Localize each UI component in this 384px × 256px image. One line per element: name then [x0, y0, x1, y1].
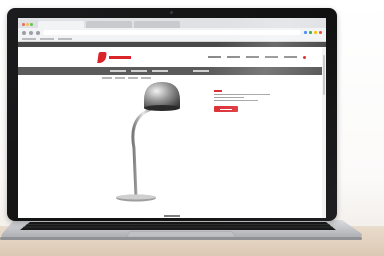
cart-icon[interactable] — [303, 55, 306, 59]
browser-tab[interactable] — [134, 21, 180, 28]
category-filter-bar — [18, 67, 326, 75]
bookmark-item[interactable] — [58, 38, 72, 40]
product-brand — [214, 90, 222, 92]
nav-item[interactable] — [284, 56, 297, 58]
close-icon[interactable] — [22, 22, 25, 26]
extension-icons — [304, 31, 322, 34]
back-icon[interactable] — [22, 30, 26, 35]
site-header — [18, 47, 326, 67]
brand-logo-wordmark[interactable] — [109, 55, 131, 59]
window-controls — [22, 20, 33, 28]
nav-item[interactable] — [246, 56, 259, 58]
filter-item[interactable] — [193, 70, 209, 72]
extension-icon[interactable] — [304, 31, 307, 34]
extension-icon[interactable] — [309, 31, 312, 34]
profile-icon[interactable] — [319, 31, 322, 34]
filter-item[interactable] — [152, 70, 168, 72]
add-to-cart-button[interactable] — [214, 106, 238, 113]
nav-item[interactable] — [208, 56, 221, 58]
product-title-line — [214, 93, 270, 95]
product-caption — [18, 214, 326, 218]
browser-tab-active[interactable] — [38, 21, 84, 28]
extension-icon[interactable] — [314, 31, 317, 34]
address-bar[interactable] — [43, 30, 301, 35]
desk-lamp-image[interactable] — [106, 78, 196, 208]
laptop-screen — [18, 18, 326, 218]
minimize-icon[interactable] — [26, 22, 29, 26]
forward-icon[interactable] — [29, 30, 33, 35]
laptop-lid — [7, 8, 337, 221]
keyboard-icon — [20, 222, 336, 230]
nav-item[interactable] — [227, 56, 240, 58]
page-scrollbar[interactable] — [322, 47, 326, 218]
filter-item[interactable] — [110, 70, 126, 72]
browser-toolbar — [18, 28, 326, 37]
trackpad-icon — [126, 231, 236, 238]
laptop-keyboard-deck — [0, 220, 362, 240]
bookmark-item[interactable] — [40, 38, 54, 40]
webcam-icon — [170, 11, 173, 14]
product-detail-line — [214, 96, 244, 99]
bookmark-item[interactable] — [22, 38, 36, 40]
product-detail-line — [214, 100, 258, 102]
browser-tab-bar — [18, 18, 326, 28]
reload-icon[interactable] — [36, 30, 40, 35]
product-info-panel — [214, 90, 278, 136]
scrollbar-thumb[interactable] — [323, 55, 325, 95]
filter-item[interactable] — [131, 70, 147, 72]
browser-tab[interactable] — [86, 21, 132, 28]
main-navigation — [208, 55, 306, 59]
nav-item[interactable] — [265, 56, 278, 58]
maximize-icon[interactable] — [30, 22, 33, 26]
brand-logo-icon[interactable] — [97, 51, 107, 63]
